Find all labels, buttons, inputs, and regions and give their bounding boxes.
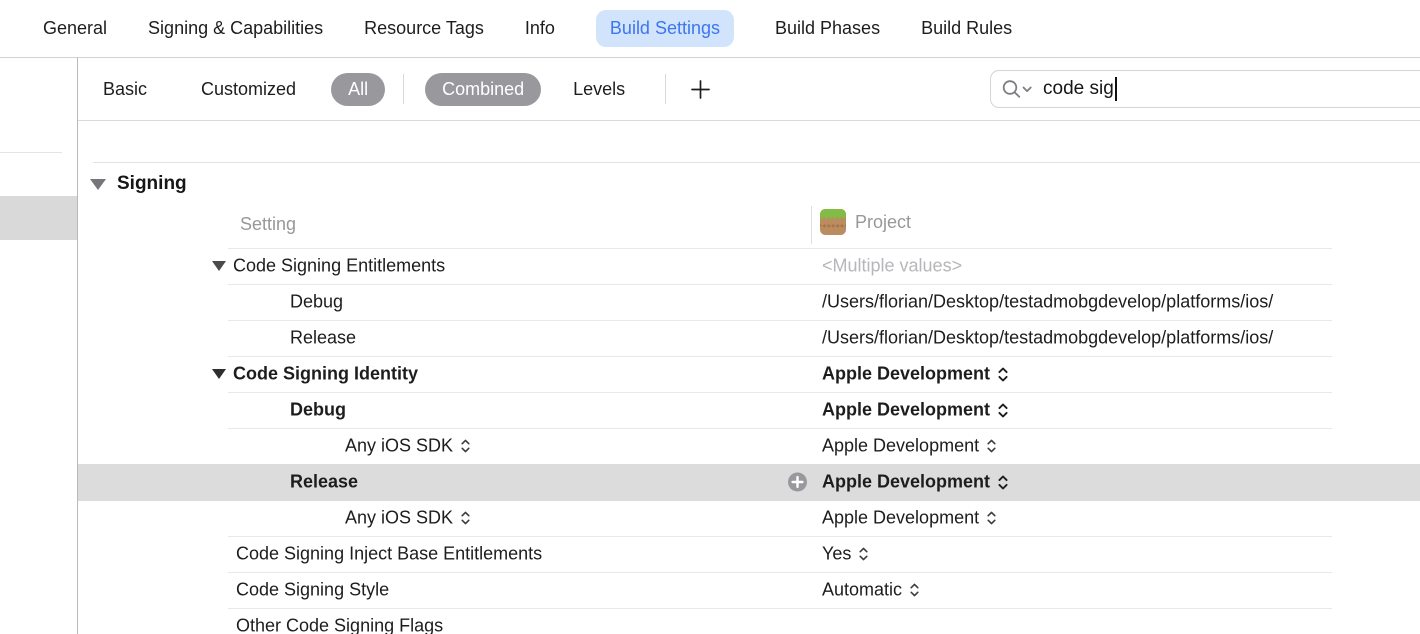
column-divider [811,206,812,244]
project-editor-tab-bar: General Signing & Capabilities Resource … [0,0,1420,58]
row-code-signing-identity[interactable]: Code Signing Identity Apple Development [0,356,1420,392]
text-caret [1115,77,1117,101]
setting-value-dropdown[interactable]: Apple Development [822,508,997,529]
setting-value[interactable]: <Multiple values> [822,256,962,277]
column-header-project: Project [820,209,911,235]
setting-label: Code Signing Identity [233,364,418,385]
row-entitlements-debug[interactable]: Debug /Users/florian/Desktop/testadmobgd… [0,284,1420,320]
plus-icon [691,80,710,99]
add-build-setting-button[interactable] [688,77,712,101]
tab-build-rules[interactable]: Build Rules [921,18,1012,39]
plus-circle-icon [788,473,807,492]
row-inject-base-entitlements[interactable]: Code Signing Inject Base Entitlements Ye… [0,536,1420,572]
setting-label: Release [290,472,358,493]
row-identity-release-any-ios-sdk[interactable]: Any iOS SDK Apple Development [0,500,1420,536]
stepper-icon[interactable] [460,510,471,527]
toolbar-separator [403,74,404,104]
tab-signing-capabilities[interactable]: Signing & Capabilities [148,18,323,39]
tab-general[interactable]: General [43,18,107,39]
filter-customized-button[interactable]: Customized [201,79,296,100]
stepper-icon[interactable] [858,546,869,563]
setting-label: Code Signing Inject Base Entitlements [236,544,542,565]
stepper-icon[interactable] [997,401,1009,419]
project-app-icon [820,209,846,235]
setting-label: Release [290,328,356,349]
tab-resource-tags[interactable]: Resource Tags [364,18,484,39]
build-settings-search-field[interactable]: code sig [990,70,1420,108]
setting-label: Code Signing Style [236,580,389,601]
add-conditional-setting-button[interactable] [788,473,807,492]
search-input-value[interactable]: code sig [1043,78,1114,100]
stepper-icon[interactable] [986,510,997,527]
setting-value[interactable]: /Users/florian/Desktop/testadmobgdevelop… [822,292,1420,313]
signing-section-header[interactable]: Signing [90,170,187,198]
stepper-icon[interactable] [460,438,471,455]
row-code-signing-entitlements[interactable]: Code Signing Entitlements <Multiple valu… [0,248,1420,284]
setting-label: Code Signing Entitlements [233,256,445,277]
column-header-project-label: Project [855,212,911,233]
row-other-code-signing-flags[interactable]: Other Code Signing Flags [0,608,1420,634]
filter-all-button[interactable]: All [331,73,385,106]
setting-value-dropdown[interactable]: Apple Development [822,364,1009,385]
setting-value[interactable]: /Users/florian/Desktop/testadmobgdevelop… [822,328,1420,349]
setting-label: Any iOS SDK [345,436,471,457]
stepper-icon[interactable] [997,473,1009,491]
filter-combined-button[interactable]: Combined [425,73,541,106]
setting-label: Debug [290,292,343,313]
sidebar-divider [0,152,62,153]
section-title: Signing [117,173,187,195]
row-identity-debug[interactable]: Debug Apple Development [0,392,1420,428]
disclosure-triangle-icon[interactable] [212,261,226,271]
search-icon[interactable] [1001,78,1034,100]
setting-label: Debug [290,400,346,421]
column-header-setting: Setting [240,214,296,235]
tab-build-phases[interactable]: Build Phases [775,18,880,39]
setting-label: Any iOS SDK [345,508,471,529]
setting-value-dropdown[interactable]: Apple Development [822,472,1009,493]
disclosure-triangle-icon[interactable] [90,179,106,190]
table-top-rule [93,162,1420,163]
tab-build-settings[interactable]: Build Settings [596,10,734,47]
xcode-build-settings-pane: General Signing & Capabilities Resource … [0,0,1420,634]
setting-value-dropdown[interactable]: Apple Development [822,400,1009,421]
row-entitlements-release[interactable]: Release /Users/florian/Desktop/testadmob… [0,320,1420,356]
stepper-icon[interactable] [909,582,920,599]
disclosure-triangle-icon[interactable] [212,369,226,379]
setting-value-dropdown[interactable]: Automatic [822,580,920,601]
setting-value-dropdown[interactable]: Apple Development [822,436,997,457]
row-identity-debug-any-ios-sdk[interactable]: Any iOS SDK Apple Development [0,428,1420,464]
row-code-signing-style[interactable]: Code Signing Style Automatic [0,572,1420,608]
stepper-icon[interactable] [997,365,1009,383]
setting-label: Other Code Signing Flags [236,616,443,634]
toolbar-separator [665,74,666,104]
row-identity-release-selected[interactable]: Release Apple Development [0,464,1420,500]
tab-info[interactable]: Info [525,18,555,39]
sidebar-selected-target-row[interactable] [0,196,77,240]
setting-value-dropdown[interactable]: Yes [822,544,869,565]
stepper-icon[interactable] [986,438,997,455]
filter-levels-button[interactable]: Levels [573,79,625,100]
filter-basic-button[interactable]: Basic [103,79,147,100]
